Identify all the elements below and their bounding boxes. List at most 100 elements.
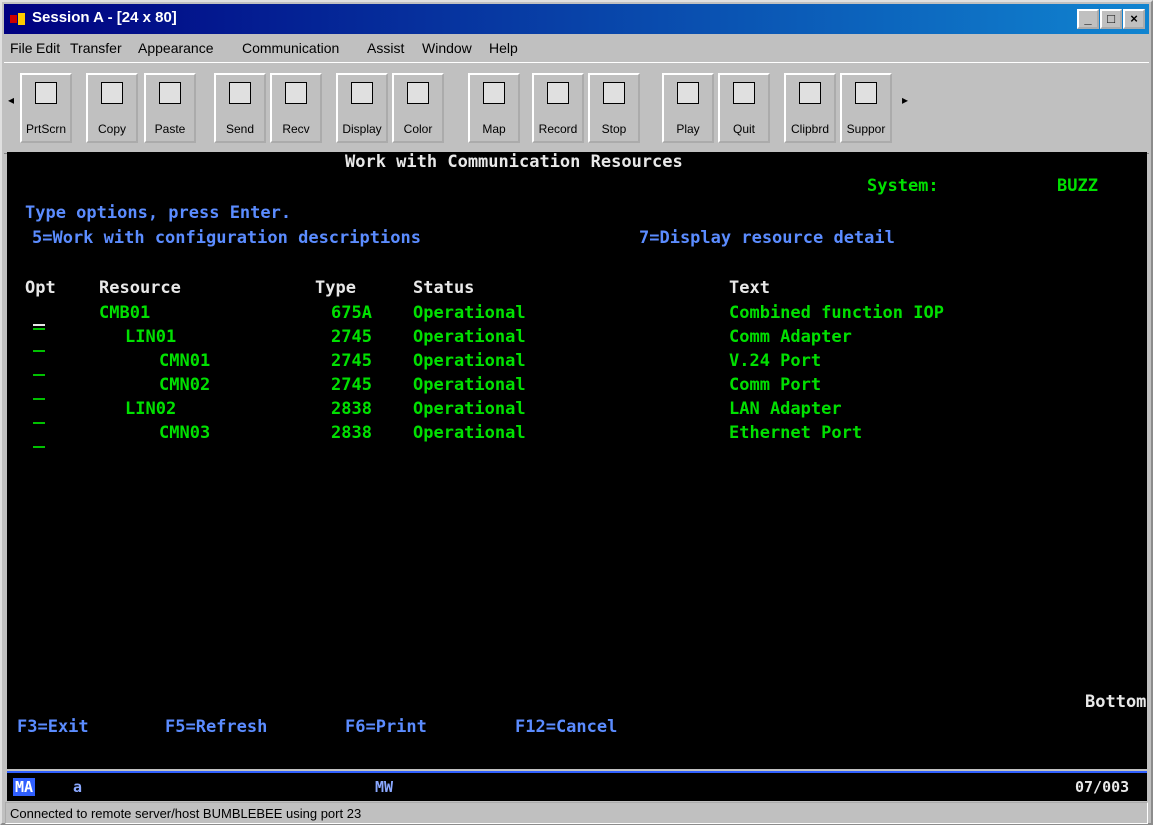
resource-name: LIN01 bbox=[125, 327, 177, 347]
fkey-cancel[interactable]: F12=Cancel bbox=[515, 717, 617, 737]
quit-button[interactable]: Quit bbox=[718, 73, 770, 143]
menu-help[interactable]: Help bbox=[489, 40, 518, 56]
connection-status: Connected to remote server/host BUMBLEBE… bbox=[10, 806, 362, 821]
resource-type: 2838 bbox=[331, 399, 372, 419]
resource-name: LIN02 bbox=[125, 399, 177, 419]
opt-input[interactable] bbox=[33, 374, 45, 376]
maximize-button[interactable]: □ bbox=[1100, 9, 1122, 29]
recv-button[interactable]: Recv bbox=[270, 73, 322, 143]
window-title: Session A - [24 x 80] bbox=[32, 9, 177, 26]
resource-type: 2745 bbox=[331, 327, 372, 347]
system-name: BUZZ bbox=[1057, 176, 1098, 196]
header-text: Text bbox=[729, 278, 770, 298]
menu-edit[interactable]: Edit bbox=[36, 40, 60, 56]
menu-appearance[interactable]: Appearance bbox=[138, 40, 214, 56]
resource-type: 675A bbox=[331, 303, 372, 323]
menu-window[interactable]: Window bbox=[422, 40, 472, 56]
resource-type: 2745 bbox=[331, 375, 372, 395]
opt-input-cursor[interactable] bbox=[33, 324, 45, 326]
play-button[interactable]: Play bbox=[662, 73, 714, 143]
resource-text: Comm Port bbox=[729, 375, 822, 395]
header-opt: Opt bbox=[25, 278, 56, 298]
display-button[interactable]: Display bbox=[336, 73, 388, 143]
menu-file[interactable]: File bbox=[10, 40, 33, 56]
header-type: Type bbox=[315, 278, 356, 298]
menu-transfer[interactable]: Transfer bbox=[70, 40, 122, 56]
oia-shift: a bbox=[73, 778, 83, 796]
resource-name: CMN03 bbox=[159, 423, 211, 443]
header-status: Status bbox=[413, 278, 475, 298]
resource-status: Operational bbox=[413, 399, 526, 419]
globe-icon bbox=[855, 82, 877, 104]
printer-icon bbox=[35, 82, 57, 104]
support-button[interactable]: Suppor bbox=[840, 73, 892, 143]
opt-input[interactable] bbox=[33, 422, 45, 424]
clipboard-icon bbox=[799, 82, 821, 104]
toolbar-scroll-left-icon[interactable]: ◂ bbox=[8, 93, 14, 107]
resource-status: Operational bbox=[413, 375, 526, 395]
menu-assist[interactable]: Assist bbox=[367, 40, 404, 56]
resource-name: CMN02 bbox=[159, 375, 211, 395]
opt-input[interactable] bbox=[33, 446, 45, 448]
menu-communication[interactable]: Communication bbox=[242, 40, 339, 56]
header-resource: Resource bbox=[99, 278, 181, 298]
cursor-position: 07/003 bbox=[1075, 778, 1130, 796]
send-icon bbox=[229, 82, 251, 104]
emulator-window: Session A - [24 x 80] _ □ × File Edit Tr… bbox=[0, 0, 1153, 825]
quit-icon bbox=[733, 82, 755, 104]
title-bar: Session A - [24 x 80] _ □ × bbox=[4, 4, 1149, 34]
screen-title: Work with Communication Resources bbox=[345, 152, 683, 172]
receive-icon bbox=[285, 82, 307, 104]
close-button[interactable]: × bbox=[1123, 9, 1145, 29]
stop-button[interactable]: Stop bbox=[588, 73, 640, 143]
record-icon bbox=[547, 82, 569, 104]
fkey-print[interactable]: F6=Print bbox=[345, 717, 427, 737]
color-icon bbox=[407, 82, 429, 104]
more-indicator: Bottom bbox=[1085, 692, 1147, 712]
toolbar-scroll-right-icon[interactable]: ▸ bbox=[902, 93, 908, 107]
operator-info-area: MA a MW 07/003 bbox=[7, 771, 1147, 801]
oia-mode: MW bbox=[375, 778, 394, 796]
play-icon bbox=[677, 82, 699, 104]
resource-text: Ethernet Port bbox=[729, 423, 863, 443]
copy-button[interactable]: Copy bbox=[86, 73, 138, 143]
option-5: 5=Work with configuration descriptions bbox=[32, 228, 421, 248]
oia-session: MA bbox=[13, 778, 36, 796]
option-7: 7=Display resource detail bbox=[639, 228, 895, 248]
record-button[interactable]: Record bbox=[532, 73, 584, 143]
copy-icon bbox=[101, 82, 123, 104]
stop-icon bbox=[603, 82, 625, 104]
terminal-screen[interactable]: Work with Communication Resources System… bbox=[7, 152, 1147, 769]
status-bar: Connected to remote server/host BUMBLEBE… bbox=[5, 802, 1148, 824]
resource-text: LAN Adapter bbox=[729, 399, 842, 419]
display-icon bbox=[351, 82, 373, 104]
toolbar: ◂ PrtScrn Copy Paste Send Recv Display C… bbox=[4, 62, 1149, 154]
session-icon bbox=[10, 13, 25, 25]
resource-name: CMN01 bbox=[159, 351, 211, 371]
prtscrn-button[interactable]: PrtScrn bbox=[20, 73, 72, 143]
map-button[interactable]: Map bbox=[468, 73, 520, 143]
send-button[interactable]: Send bbox=[214, 73, 266, 143]
fkey-refresh[interactable]: F5=Refresh bbox=[165, 717, 267, 737]
instructions: Type options, press Enter. bbox=[25, 203, 292, 223]
resource-status: Operational bbox=[413, 303, 526, 323]
resource-status: Operational bbox=[413, 327, 526, 347]
color-button[interactable]: Color bbox=[392, 73, 444, 143]
resource-text: V.24 Port bbox=[729, 351, 822, 371]
paste-button[interactable]: Paste bbox=[144, 73, 196, 143]
system-label: System: bbox=[867, 176, 939, 196]
keyboard-map-icon bbox=[483, 82, 505, 104]
paste-icon bbox=[159, 82, 181, 104]
resource-text: Combined function IOP bbox=[729, 303, 944, 323]
opt-input[interactable] bbox=[33, 350, 45, 352]
resource-type: 2745 bbox=[331, 351, 372, 371]
resource-name: CMB01 bbox=[99, 303, 151, 323]
resource-text: Comm Adapter bbox=[729, 327, 852, 347]
resource-status: Operational bbox=[413, 351, 526, 371]
clipbrd-button[interactable]: Clipbrd bbox=[784, 73, 836, 143]
opt-input[interactable] bbox=[33, 398, 45, 400]
minimize-button[interactable]: _ bbox=[1077, 9, 1099, 29]
opt-input[interactable] bbox=[33, 328, 45, 330]
resource-status: Operational bbox=[413, 423, 526, 443]
fkey-exit[interactable]: F3=Exit bbox=[17, 717, 89, 737]
